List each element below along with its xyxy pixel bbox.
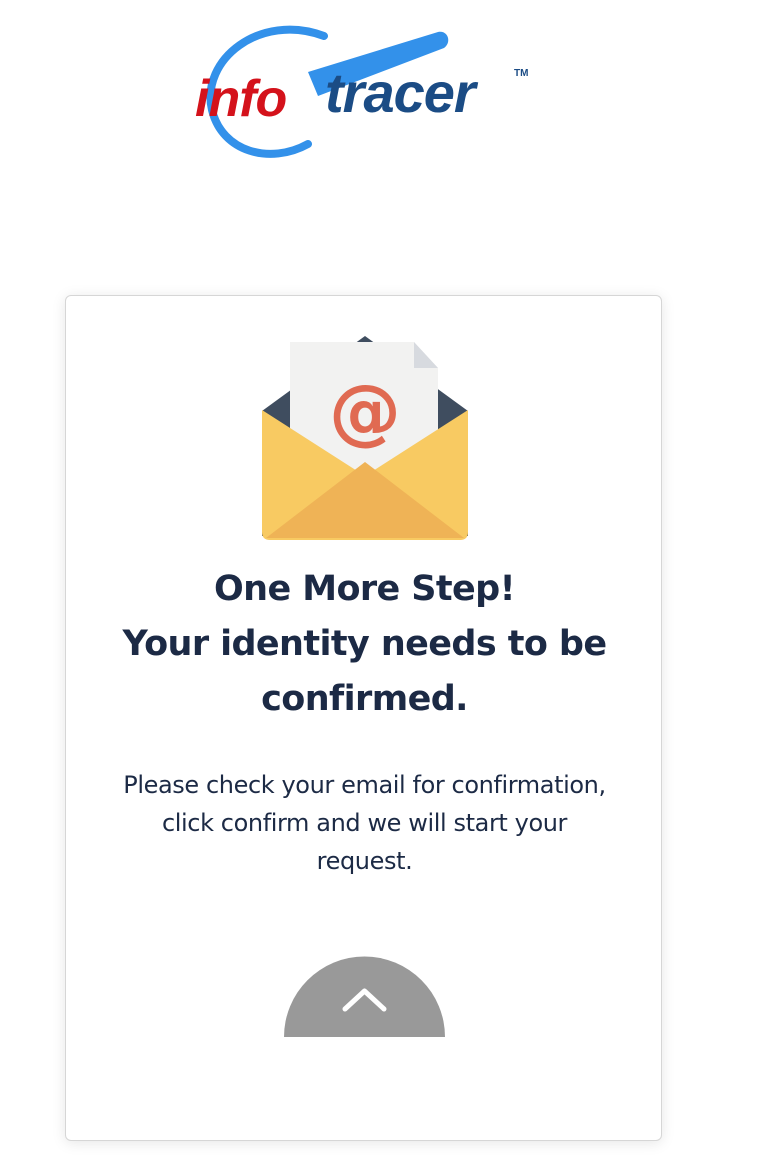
heading-line: One More Step! [214, 569, 516, 609]
logo-text-tracer: tracer [325, 61, 479, 124]
heading-line: Your identity needs to be [122, 624, 608, 664]
message-line: request. [316, 847, 413, 875]
email-envelope-icon: @ [262, 336, 468, 541]
logo-text-info: info [195, 70, 287, 128]
infotracer-logo[interactable]: info tracer TM [190, 20, 540, 162]
scroll-to-top-button[interactable] [284, 956, 445, 1037]
message-line: click confirm and we will start your [161, 809, 568, 837]
confirmation-message: Please check your email for confirmation… [86, 766, 643, 880]
message-line: Please check your email for confirmation… [123, 771, 606, 799]
heading-line: confirmed. [261, 679, 468, 719]
confirmation-heading: One More Step! Your identity needs to be… [86, 562, 643, 727]
logo-trademark: TM [514, 68, 528, 79]
confirmation-card: @ One More Step! Your identity needs to … [65, 295, 662, 1141]
at-sign-icon: @ [329, 369, 401, 453]
